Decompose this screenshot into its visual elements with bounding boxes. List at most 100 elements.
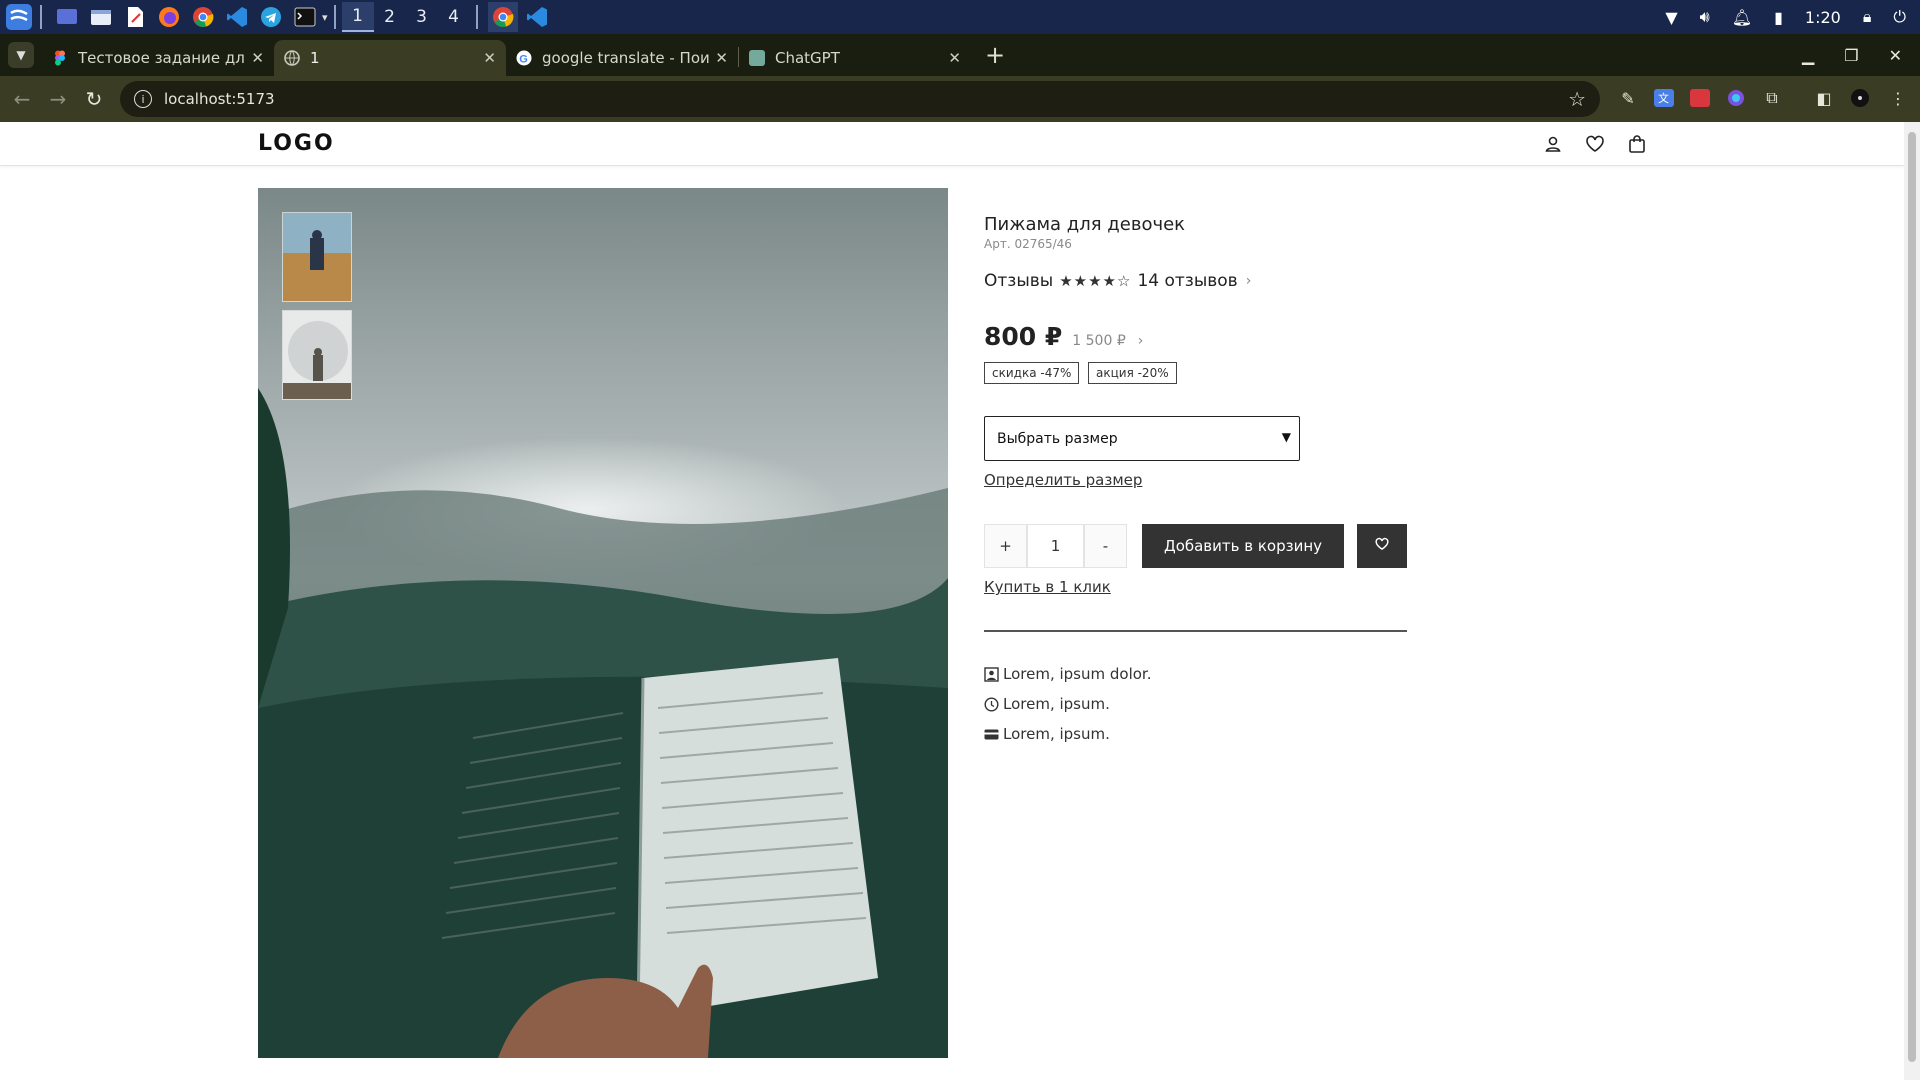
- red-extension-icon[interactable]: [1688, 86, 1712, 110]
- product-title: Пижама для девочек: [984, 214, 1186, 235]
- site-logo[interactable]: LOGO: [258, 131, 335, 156]
- svg-text:文: 文: [1658, 91, 1669, 105]
- card-icon: [984, 727, 999, 742]
- profile-avatar-icon[interactable]: [1848, 86, 1872, 110]
- tab-figma[interactable]: Тестовое задание для р ✕: [42, 40, 274, 76]
- reviews-label: Отзывы: [984, 271, 1054, 291]
- restore-icon[interactable]: ❐: [1844, 46, 1858, 65]
- file-manager-icon[interactable]: [86, 2, 116, 32]
- desktop-icon[interactable]: [52, 2, 82, 32]
- telegram-icon[interactable]: [256, 2, 286, 32]
- side-panel-icon[interactable]: ◧: [1812, 86, 1836, 110]
- feature-item: Lorem, ipsum.: [984, 725, 1110, 743]
- price-block: 800 ₽ 1 500 ₽ ›: [984, 322, 1143, 351]
- close-tab-icon[interactable]: ✕: [251, 49, 264, 67]
- tab-title: google translate - Поиск: [542, 49, 710, 67]
- svg-text:G: G: [519, 53, 528, 65]
- chevron-down-icon[interactable]: ▾: [322, 11, 328, 24]
- volume-icon[interactable]: 🔊︎: [1700, 7, 1710, 27]
- tab-search-chevron-icon[interactable]: ▼: [8, 42, 34, 68]
- user-icon[interactable]: [1542, 133, 1564, 155]
- web-page: LOGO Пижама для девочек Арт. 02765/46 От…: [0, 122, 1904, 1080]
- workspace-4[interactable]: 4: [438, 2, 470, 32]
- chrome-icon[interactable]: [188, 2, 218, 32]
- vscode-icon[interactable]: [222, 2, 252, 32]
- site-info-icon[interactable]: i: [134, 90, 152, 108]
- tab-google[interactable]: G google translate - Поиск ✕: [506, 40, 738, 76]
- globe-icon: [284, 50, 300, 66]
- site-header: LOGO: [0, 122, 1904, 166]
- tab-chatgpt[interactable]: ChatGPT ✕: [739, 40, 971, 76]
- product-article: Арт. 02765/46: [984, 237, 1072, 251]
- back-icon[interactable]: ←: [4, 81, 40, 117]
- tab-title: 1: [310, 49, 320, 67]
- system-tray: ▼ 🔊︎ 🔔︎ ▮ 1:20 🔒︎ ⏻: [1665, 0, 1906, 34]
- reviews-row[interactable]: Отзывы ★★★★☆ 14 отзывов ›: [984, 271, 1251, 291]
- chevron-right-icon: ›: [1245, 273, 1252, 289]
- feature-text: Lorem, ipsum dolor.: [1003, 665, 1152, 683]
- minimize-icon[interactable]: ▁: [1802, 46, 1814, 65]
- google-icon: G: [516, 50, 532, 66]
- size-select[interactable]: Выбрать размер ▼: [984, 416, 1300, 461]
- discount-badge: скидка -47%: [984, 362, 1080, 384]
- lock-icon[interactable]: 🔒︎: [1863, 7, 1872, 27]
- chatgpt-icon: [749, 50, 765, 66]
- add-to-cart-button[interactable]: Добавить в корзину: [1142, 524, 1344, 568]
- workspace-1[interactable]: 1: [341, 2, 374, 32]
- quantity-stepper: + 1 -: [984, 524, 1127, 568]
- chrome-running-icon[interactable]: [487, 2, 518, 32]
- clock-icon: [984, 696, 999, 712]
- promo-badge: акция -20%: [1088, 362, 1177, 384]
- workspace-3[interactable]: 3: [406, 2, 438, 32]
- close-tab-icon[interactable]: ✕: [483, 49, 496, 67]
- new-tab-button[interactable]: +: [985, 41, 1005, 69]
- address-bar[interactable]: i localhost:5173 ☆: [120, 81, 1600, 117]
- clock[interactable]: 1:20: [1805, 8, 1841, 27]
- product-main-image[interactable]: [258, 188, 948, 1058]
- pen-extension-icon[interactable]: ✎: [1616, 86, 1640, 110]
- close-tab-icon[interactable]: ✕: [948, 49, 961, 67]
- extensions-puzzle-icon[interactable]: ⧉: [1760, 86, 1784, 110]
- power-icon[interactable]: ⏻: [1893, 7, 1906, 27]
- url-text[interactable]: localhost:5173: [164, 90, 275, 108]
- firefox-icon[interactable]: [154, 2, 184, 32]
- menu-kebab-icon[interactable]: ⋮: [1886, 86, 1910, 110]
- heart-icon[interactable]: [1584, 133, 1606, 155]
- notification-bell-icon[interactable]: 🔔︎: [1732, 8, 1752, 27]
- quantity-minus-button[interactable]: -: [1084, 524, 1127, 568]
- browser-toolbar: ← → ↻ i localhost:5173 ☆ ✎ 文 ⧉ ◧ ⋮: [0, 76, 1920, 122]
- translate-extension-icon[interactable]: 文: [1652, 86, 1676, 110]
- reviews-count[interactable]: 14 отзывов: [1137, 271, 1237, 291]
- size-select-value: Выбрать размер: [997, 430, 1118, 447]
- close-window-icon[interactable]: ✕: [1889, 46, 1902, 65]
- wifi-icon[interactable]: ▼: [1665, 8, 1677, 27]
- colorful-extension-icon[interactable]: [1724, 86, 1748, 110]
- current-price: 800 ₽: [984, 322, 1063, 351]
- start-menu-icon[interactable]: [4, 2, 34, 32]
- feature-item: Lorem, ipsum.: [984, 695, 1110, 713]
- browser-tab-strip: ▼ Тестовое задание для р ✕ 1 ✕ G google …: [0, 34, 1920, 76]
- bookmark-star-icon[interactable]: ☆: [1568, 87, 1586, 111]
- text-editor-icon[interactable]: [120, 2, 150, 32]
- quantity-input[interactable]: 1: [1027, 524, 1084, 568]
- quantity-plus-button[interactable]: +: [984, 524, 1027, 568]
- vscode-running-icon[interactable]: [522, 2, 552, 32]
- reload-icon[interactable]: ↻: [76, 81, 112, 117]
- product-thumbnail[interactable]: [282, 212, 352, 302]
- battery-icon[interactable]: ▮: [1774, 8, 1783, 27]
- page-scrollbar[interactable]: [1904, 122, 1920, 1080]
- shopping-bag-icon[interactable]: [1626, 133, 1648, 155]
- add-to-favorites-button[interactable]: [1357, 524, 1407, 568]
- size-guide-link[interactable]: Определить размер: [984, 471, 1142, 489]
- user-badge-icon: [984, 666, 999, 682]
- workspace-2[interactable]: 2: [374, 2, 406, 32]
- close-tab-icon[interactable]: ✕: [715, 49, 728, 67]
- product-thumbnail[interactable]: [282, 310, 352, 400]
- terminal-icon[interactable]: [290, 2, 320, 32]
- heart-icon: [1374, 536, 1390, 556]
- feature-text: Lorem, ipsum.: [1003, 725, 1110, 743]
- buy-one-click-link[interactable]: Купить в 1 клик: [984, 578, 1111, 596]
- tab-active[interactable]: 1 ✕: [274, 40, 506, 76]
- forward-icon[interactable]: →: [40, 81, 76, 117]
- chevron-right-icon[interactable]: ›: [1138, 333, 1144, 349]
